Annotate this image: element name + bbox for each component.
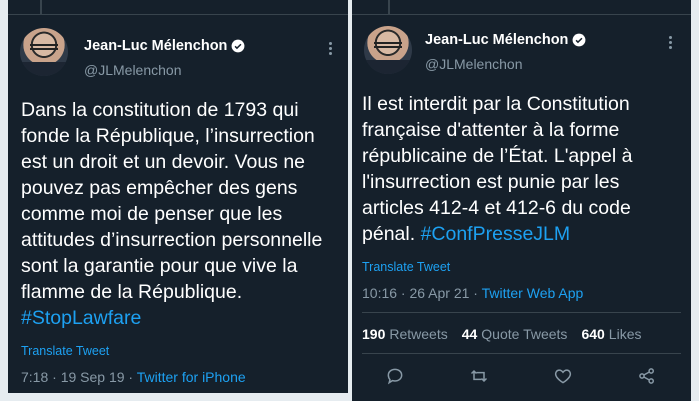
translate-tweet-link[interactable]: Translate Tweet: [21, 344, 109, 358]
thread-line: [40, 0, 42, 14]
more-options-icon[interactable]: [329, 42, 333, 57]
share-icon[interactable]: [636, 365, 658, 387]
hashtag-link[interactable]: #StopLawfare: [21, 307, 141, 329]
divider: [362, 312, 681, 313]
more-options-icon[interactable]: [669, 36, 673, 51]
engagement-stats: 190 Retweets 44 Quote Tweets 640 Likes: [362, 326, 641, 342]
likes-stat[interactable]: 640 Likes: [581, 326, 641, 342]
author-name[interactable]: Jean-Luc Mélenchon: [425, 32, 568, 48]
verified-badge-icon: [573, 33, 586, 47]
thread-line: [388, 0, 390, 14]
retweet-icon[interactable]: [468, 365, 490, 387]
hashtag-link[interactable]: #ConfPresseJLM: [421, 223, 571, 245]
retweets-stat[interactable]: 190 Retweets: [362, 326, 448, 342]
tweet-meta: 7:18 · 19 Sep 19 · Twitter for iPhone: [21, 369, 246, 385]
source-app-link[interactable]: Twitter Web App: [482, 285, 584, 301]
divider: [8, 14, 348, 15]
verified-badge-icon: [232, 39, 245, 53]
avatar[interactable]: [20, 28, 68, 76]
tweet-card-right[interactable]: Jean-Luc Mélenchon @JLMelenchon Il est i…: [352, 0, 691, 401]
author-name[interactable]: Jean-Luc Mélenchon: [84, 38, 227, 54]
action-bar: [384, 365, 658, 387]
avatar[interactable]: [364, 26, 412, 74]
tweet-meta: 10:16 · 26 Apr 21 · Twitter Web App: [362, 285, 583, 301]
author-handle[interactable]: @JLMelenchon: [84, 62, 182, 78]
heart-icon[interactable]: [552, 365, 574, 387]
tweet-timestamp[interactable]: 7:18 · 19 Sep 19 ·: [21, 369, 137, 385]
source-app-link[interactable]: Twitter for iPhone: [137, 369, 246, 385]
translate-tweet-link[interactable]: Translate Tweet: [362, 260, 450, 274]
reply-icon[interactable]: [384, 365, 406, 387]
tweet-text: Il est interdit par la Constitution fran…: [362, 93, 638, 245]
divider: [362, 353, 681, 354]
author-handle[interactable]: @JLMelenchon: [425, 56, 523, 72]
tweet-timestamp[interactable]: 10:16 · 26 Apr 21 ·: [362, 285, 482, 301]
divider: [352, 14, 691, 15]
tweet-text: Dans la constitution de 1793 qui fonde l…: [21, 99, 328, 329]
tweet-card-left[interactable]: Jean-Luc Mélenchon @JLMelenchon Dans la …: [8, 0, 348, 393]
quote-tweets-stat[interactable]: 44 Quote Tweets: [462, 326, 568, 342]
